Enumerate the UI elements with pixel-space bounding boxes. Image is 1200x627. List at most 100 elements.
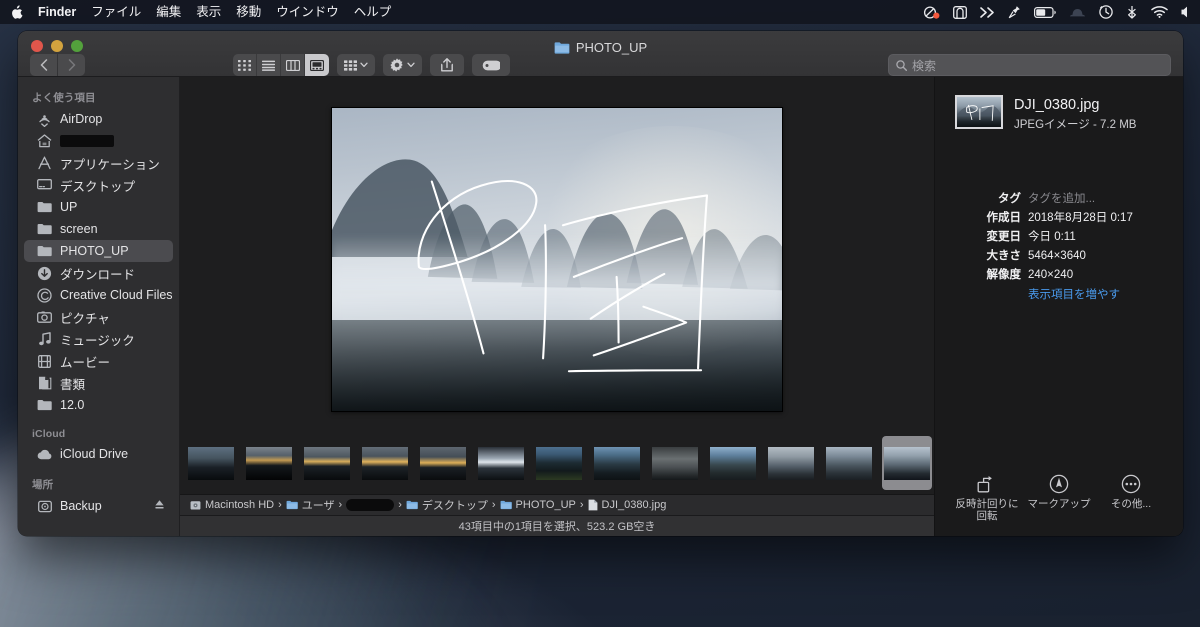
quick-actions: 反時計回りに回転 マークアップ その他... bbox=[947, 473, 1171, 528]
breadcrumb-photo-up[interactable]: PHOTO_UP bbox=[500, 499, 576, 511]
pin-icon[interactable] bbox=[1008, 5, 1021, 19]
more-button[interactable]: その他... bbox=[1096, 473, 1166, 510]
sidebar: よく使う項目 AirDrop アプリケーション デスクトップ UP screen… bbox=[18, 77, 180, 536]
breadcrumb-users[interactable]: ユーザ bbox=[286, 497, 335, 513]
thumbnail-item[interactable] bbox=[708, 436, 758, 490]
group-by-button[interactable] bbox=[337, 54, 375, 76]
sidebar-item-documents[interactable]: 書類 bbox=[24, 372, 173, 394]
bowler-hat-icon[interactable] bbox=[1069, 7, 1086, 18]
file-preview-thumbnail bbox=[955, 95, 1003, 129]
attribute-row-modified: 変更日 今日 0:11 bbox=[947, 228, 1171, 244]
attribute-value: 240×240 bbox=[1028, 269, 1074, 281]
gallery-view-button[interactable] bbox=[305, 54, 329, 76]
sidebar-item-pictures[interactable]: ピクチャ bbox=[24, 306, 173, 328]
menu-item-edit[interactable]: 編集 bbox=[156, 0, 181, 24]
eject-icon[interactable] bbox=[154, 499, 165, 513]
thumbnail-item[interactable] bbox=[476, 436, 526, 490]
thumbnail-item[interactable] bbox=[302, 436, 352, 490]
breadcrumb-home-redacted[interactable] bbox=[346, 499, 395, 511]
battery-icon[interactable] bbox=[1034, 6, 1056, 18]
list-view-button[interactable] bbox=[257, 54, 281, 76]
sidebar-item-up[interactable]: UP bbox=[24, 196, 173, 218]
breadcrumb-file[interactable]: DJI_0380.jpg bbox=[588, 499, 666, 511]
action-label: マークアップ bbox=[1027, 498, 1091, 510]
volume-icon[interactable] bbox=[1181, 6, 1190, 18]
action-gear-button[interactable] bbox=[383, 54, 422, 76]
file-meta: DJI_0380.jpg JPEGイメージ - 7.2 MB bbox=[1014, 95, 1136, 132]
chevron-down-icon bbox=[407, 62, 415, 68]
sidebar-item-creative-cloud-files[interactable]: Creative Cloud Files bbox=[24, 284, 173, 306]
window-body: よく使う項目 AirDrop アプリケーション デスクトップ UP screen… bbox=[18, 77, 1183, 536]
sidebar-item-airdrop[interactable]: AirDrop bbox=[24, 108, 173, 130]
airdrop-icon bbox=[36, 112, 53, 127]
thumbnail-item[interactable] bbox=[360, 436, 410, 490]
menu-item-view[interactable]: 表示 bbox=[196, 0, 221, 24]
menu-bar-left: Finder ファイル 編集 表示 移動 ウインドウ ヘルプ bbox=[10, 0, 391, 24]
sidebar-item-movies[interactable]: ムービー bbox=[24, 350, 173, 372]
hero-preview-image[interactable] bbox=[331, 107, 783, 412]
menu-item-help[interactable]: ヘルプ bbox=[354, 0, 392, 24]
menu-item-file[interactable]: ファイル bbox=[91, 0, 141, 24]
downloads-icon bbox=[36, 266, 53, 281]
menu-item-finder[interactable]: Finder bbox=[38, 0, 76, 24]
thumbnail-item[interactable] bbox=[534, 436, 584, 490]
thumbnail-item[interactable] bbox=[824, 436, 874, 490]
breadcrumb-separator: › bbox=[579, 499, 584, 511]
markup-annotation-strokes bbox=[417, 180, 709, 373]
thumb-13 bbox=[884, 446, 930, 480]
fastforward-icon[interactable] bbox=[980, 6, 995, 18]
show-more-link[interactable]: 表示項目を増やす bbox=[1028, 289, 1120, 301]
sidebar-item-screen[interactable]: screen bbox=[24, 218, 173, 240]
breadcrumb-desktop[interactable]: デスクトップ bbox=[406, 497, 488, 513]
forward-button[interactable] bbox=[58, 54, 85, 76]
zoom-button[interactable] bbox=[71, 40, 83, 52]
thumbnail-item[interactable] bbox=[186, 436, 236, 490]
share-button[interactable] bbox=[430, 54, 464, 76]
thumbnail-item[interactable] bbox=[650, 436, 700, 490]
bettersnaptool-icon[interactable] bbox=[953, 5, 967, 19]
sidebar-item-12-0[interactable]: 12.0 bbox=[24, 394, 173, 416]
wifi-icon[interactable] bbox=[1151, 6, 1168, 18]
sidebar-item-photo-up[interactable]: PHOTO_UP bbox=[24, 240, 173, 262]
pictures-icon bbox=[36, 310, 53, 325]
sidebar-item-applications[interactable]: アプリケーション bbox=[24, 152, 173, 174]
folder-icon bbox=[36, 398, 53, 413]
folder-icon bbox=[36, 222, 53, 237]
thumbnail-item[interactable] bbox=[592, 436, 642, 490]
column-view-button[interactable] bbox=[281, 54, 305, 76]
breadcrumb-macintosh-hd[interactable]: Macintosh HD bbox=[190, 499, 274, 511]
search-field[interactable]: 検索 bbox=[888, 54, 1171, 76]
icon-view-button[interactable] bbox=[233, 54, 257, 76]
breadcrumb-separator: › bbox=[278, 499, 282, 511]
sidebar-item-downloads[interactable]: ダウンロード bbox=[24, 262, 173, 284]
sidebar-item-music[interactable]: ミュージック bbox=[24, 328, 173, 350]
sidebar-item-desktop[interactable]: デスクトップ bbox=[24, 174, 173, 196]
back-button[interactable] bbox=[30, 54, 57, 76]
sidebar-item-home[interactable] bbox=[24, 130, 173, 152]
close-button[interactable] bbox=[31, 40, 43, 52]
sidebar-item-backup[interactable]: Backup bbox=[24, 495, 173, 517]
thumbnail-item[interactable] bbox=[244, 436, 294, 490]
sidebar-item-label: UP bbox=[60, 200, 78, 214]
dropbox-icon[interactable] bbox=[923, 5, 940, 19]
minimize-button[interactable] bbox=[51, 40, 63, 52]
traffic-lights bbox=[31, 40, 83, 52]
apple-logo-icon[interactable] bbox=[10, 4, 23, 20]
creative-cloud-icon bbox=[36, 287, 53, 303]
rotate-counterclockwise-button[interactable]: 反時計回りに回転 bbox=[952, 473, 1022, 522]
markup-button[interactable]: マークアップ bbox=[1024, 473, 1094, 510]
thumb-6 bbox=[478, 446, 524, 480]
tags-button[interactable] bbox=[472, 54, 510, 76]
menu-item-window[interactable]: ウインドウ bbox=[276, 0, 339, 24]
thumbnail-filmstrip[interactable] bbox=[180, 432, 934, 494]
thumbnail-item[interactable] bbox=[418, 436, 468, 490]
thumbnail-item[interactable] bbox=[766, 436, 816, 490]
attribute-value: 2018年8月28日 0:17 bbox=[1028, 212, 1133, 224]
menu-item-go[interactable]: 移動 bbox=[236, 0, 261, 24]
add-tags-field[interactable]: タグを追加... bbox=[1028, 190, 1095, 206]
status-bar: 43項目中の1項目を選択、523.2 GB空き bbox=[180, 515, 934, 536]
thumbnail-item-selected[interactable] bbox=[882, 436, 932, 490]
bluetooth-icon[interactable] bbox=[1126, 5, 1138, 19]
sidebar-item-icloud-drive[interactable]: iCloud Drive bbox=[24, 443, 173, 465]
timemachine-icon[interactable] bbox=[1099, 5, 1113, 19]
